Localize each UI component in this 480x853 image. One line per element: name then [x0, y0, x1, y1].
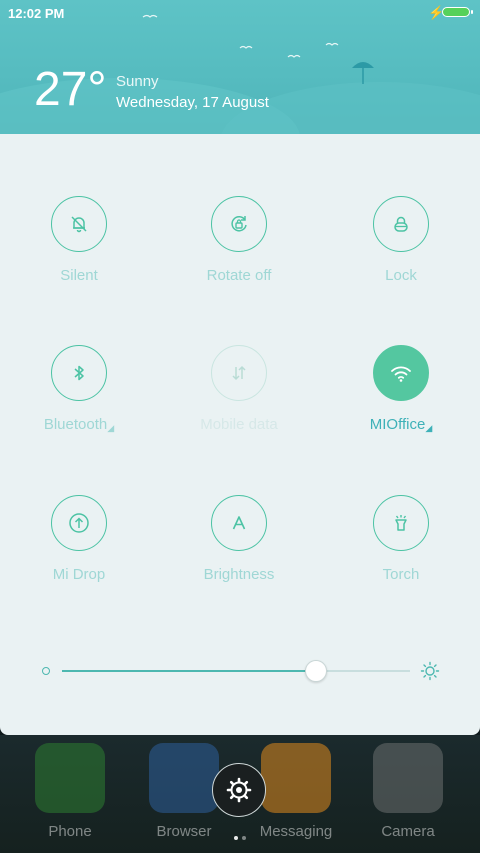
toggle-lock[interactable]: Lock: [336, 196, 466, 286]
dock-app-messaging[interactable]: Messaging: [256, 743, 336, 840]
dock-app-phone[interactable]: Phone: [30, 743, 110, 840]
toggle-label: Torch: [382, 566, 420, 583]
brightness-slider-fill: [62, 670, 317, 672]
dock-app-camera[interactable]: Camera: [368, 743, 448, 840]
toggle-silent[interactable]: Silent: [14, 196, 144, 286]
toggle-silent-button[interactable]: [51, 196, 107, 252]
status-time: 12:02 PM: [8, 6, 65, 21]
dock-app-label: Messaging: [259, 823, 333, 840]
brightness-max-icon: [420, 661, 440, 681]
toggle-mobile-data-button[interactable]: [211, 345, 267, 401]
toggle-bluetooth-button[interactable]: [51, 345, 107, 401]
toggle-label: Brightness: [203, 566, 275, 583]
settings-button[interactable]: [212, 763, 266, 817]
page-dot: [234, 836, 238, 840]
weather-date: Wednesday, 17 August: [116, 94, 269, 111]
battery-icon: [442, 7, 470, 17]
notification-header: 12:02 PM ⚡ 27° Sunny Wednesday, 17 Augus…: [0, 0, 480, 134]
mi-drop-icon: [69, 513, 89, 533]
brightness-slider-thumb[interactable]: [305, 660, 328, 682]
toggle-label-text: MIOffice: [369, 416, 426, 433]
phone-icon[interactable]: [35, 743, 105, 813]
gear-icon: [226, 777, 252, 803]
toggle-label: Bluetooth◢: [14, 415, 144, 435]
camera-icon[interactable]: [373, 743, 443, 813]
torch-icon: [395, 515, 407, 531]
page-dot: [242, 836, 246, 840]
messaging-icon[interactable]: [261, 743, 331, 813]
toggle-torch[interactable]: Torch: [336, 495, 466, 585]
menu-indicator-icon: ◢: [425, 423, 433, 433]
toggle-label: Lock: [385, 267, 417, 284]
quick-settings-panel: Silent Rotate off Lock Bluetooth◢ Mobile…: [0, 134, 480, 735]
dock-app-label: Camera: [381, 823, 435, 840]
wifi-icon: [391, 366, 411, 382]
toggle-torch-button[interactable]: [373, 495, 429, 551]
weather-condition: Sunny: [116, 73, 159, 90]
bluetooth-icon: [74, 365, 84, 381]
brightness-slider[interactable]: [62, 660, 410, 682]
toggle-mi-drop-button[interactable]: [51, 495, 107, 551]
toggle-label: Mobile data: [200, 416, 278, 433]
toggle-lock-button[interactable]: [373, 196, 429, 252]
mobile-data-icon: [232, 365, 246, 381]
battery-tip: [471, 10, 473, 14]
toggle-rotate[interactable]: Rotate off: [174, 196, 304, 286]
dock-app-label: Browser: [156, 823, 212, 840]
menu-indicator-icon: ◢: [107, 423, 115, 433]
toggle-wifi[interactable]: MIOffice◢: [336, 345, 466, 435]
brightness-auto-icon: [232, 516, 246, 530]
toggle-brightness-button[interactable]: [211, 495, 267, 551]
dock-app-label: Phone: [48, 823, 92, 840]
toggle-mobile-data[interactable]: Mobile data: [174, 345, 304, 435]
toggle-label-text: Bluetooth: [43, 416, 108, 433]
toggle-rotate-button[interactable]: [211, 196, 267, 252]
toggle-label: Silent: [60, 267, 98, 284]
weather-temperature[interactable]: 27°: [34, 62, 107, 118]
page-indicator: [232, 827, 248, 845]
brightness-min-icon: [42, 667, 50, 675]
toggle-label: Mi Drop: [52, 566, 106, 583]
toggle-bluetooth[interactable]: Bluetooth◢: [14, 345, 144, 435]
toggle-wifi-button[interactable]: [373, 345, 429, 401]
lock-icon: [394, 216, 408, 232]
toggle-label: MIOffice◢: [336, 415, 466, 435]
toggle-label: Rotate off: [206, 267, 272, 284]
toggle-brightness[interactable]: Brightness: [174, 495, 304, 585]
bell-off-icon: [71, 216, 87, 233]
rotate-lock-icon: [231, 216, 247, 232]
browser-icon[interactable]: [149, 743, 219, 813]
toggle-mi-drop[interactable]: Mi Drop: [14, 495, 144, 585]
